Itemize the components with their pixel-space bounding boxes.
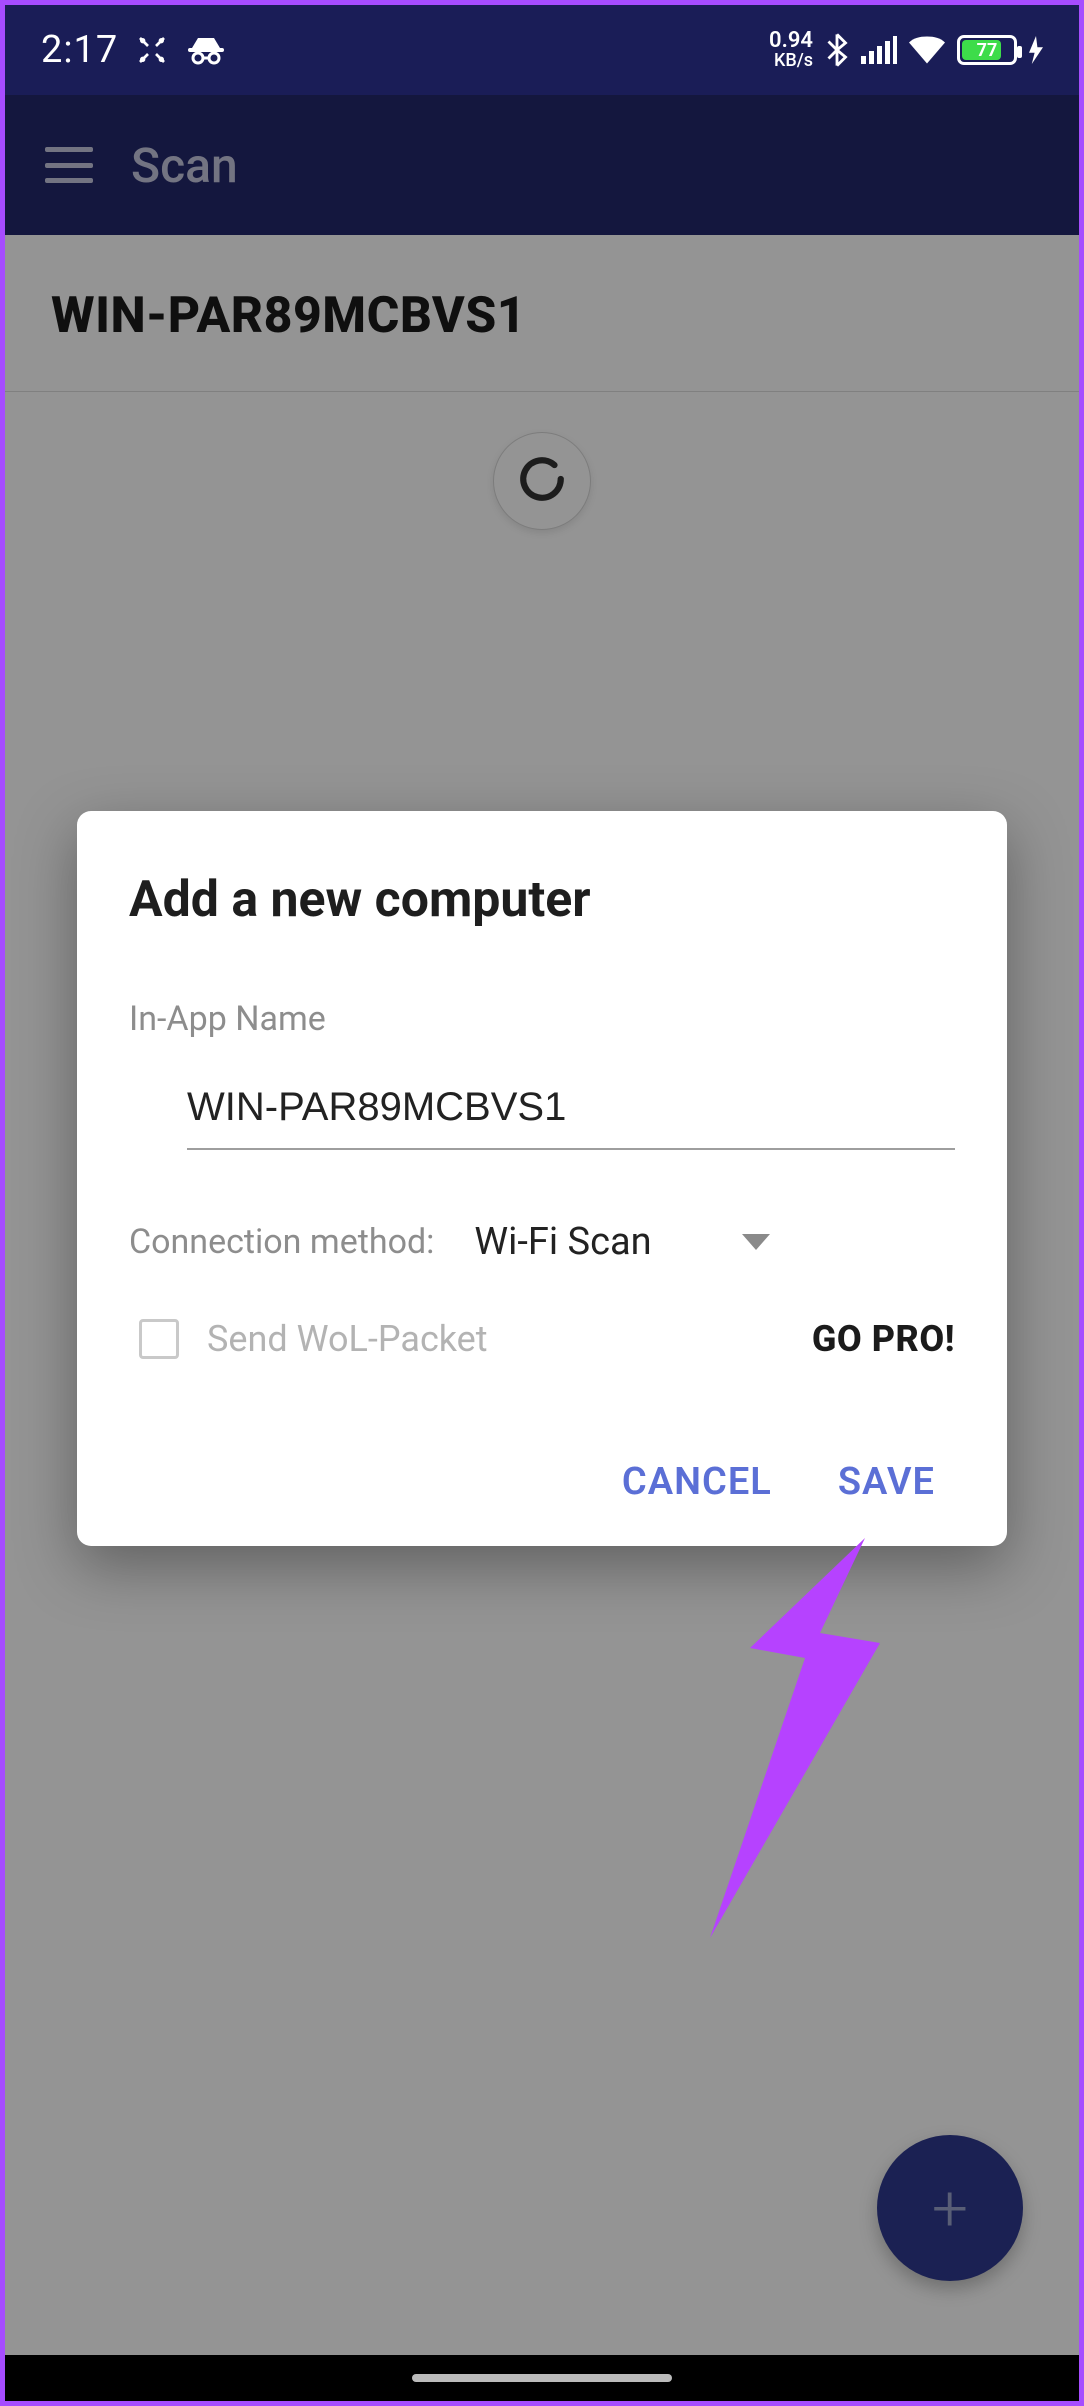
signal-icon [861, 36, 897, 64]
status-time: 2:17 [41, 28, 118, 72]
connection-method-label: Connection method: [129, 1222, 434, 1262]
tools-icon [136, 34, 168, 66]
incognito-icon [186, 33, 226, 67]
network-speed: 0.94 KB/s [769, 30, 813, 70]
cancel-button[interactable]: CANCEL [622, 1460, 772, 1504]
in-app-name-input[interactable] [187, 1067, 955, 1150]
charging-icon [1029, 35, 1043, 65]
connection-method-dropdown[interactable]: Wi-Fi Scan [474, 1220, 769, 1264]
battery-indicator: 77 [957, 35, 1017, 65]
bluetooth-icon [825, 33, 849, 67]
add-computer-dialog: Add a new computer In-App Name Connectio… [77, 811, 1007, 1546]
wifi-icon [909, 36, 945, 64]
nav-gesture-bar [5, 2355, 1079, 2401]
chevron-down-icon [742, 1234, 770, 1250]
wol-label: Send WoL-Packet [207, 1318, 488, 1360]
in-app-name-label: In-App Name [129, 999, 955, 1039]
wol-checkbox[interactable] [139, 1319, 179, 1359]
dialog-title: Add a new computer [129, 871, 955, 929]
go-pro-button[interactable]: GO PRO! [812, 1318, 955, 1360]
save-button[interactable]: SAVE [838, 1460, 935, 1504]
connection-method-value: Wi-Fi Scan [474, 1220, 651, 1264]
status-bar: 2:17 0.94 KB/s 77 [5, 5, 1079, 95]
gesture-handle[interactable] [412, 2374, 672, 2382]
